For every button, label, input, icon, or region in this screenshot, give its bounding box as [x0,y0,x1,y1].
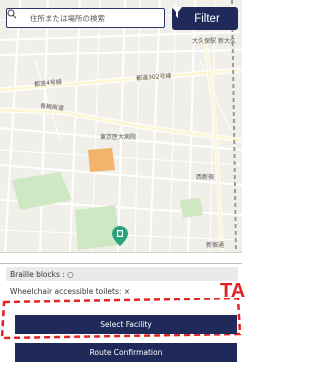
map-label-tokyo-medical: 東京医大病院 [100,134,137,141]
map-label-shinokubo: 新大久 [218,38,237,45]
filter-button[interactable]: Filter [172,7,238,30]
map-view[interactable]: 大久保駅 新大久 都道4号線 都道302号線 青梅街道 東京医大病院 西新宿 新… [0,0,242,253]
route-confirmation-button[interactable]: Route Confirmation [15,343,237,362]
search-icon [7,9,28,27]
braille-blocks-row: Braille blocks : ○ [6,267,238,281]
filter-label: Filter [194,12,220,25]
map-label-nishi-shinjuku: 西新宿 [196,174,215,181]
search-bar[interactable] [6,8,165,28]
panel-divider [0,263,242,264]
wheelchair-toilets-row: Wheelchair accessible toilets: × [10,286,131,296]
facility-pin-icon[interactable] [112,226,128,246]
map-label-okubo: 大久保駅 [192,38,217,45]
select-facility-button[interactable]: Select Facility [15,315,237,334]
map-label-shinjuku-ave: 新宿通 [206,242,225,249]
search-input[interactable] [28,10,164,26]
facility-info-panel: Braille blocks : ○ Wheelchair accessible… [0,256,245,370]
